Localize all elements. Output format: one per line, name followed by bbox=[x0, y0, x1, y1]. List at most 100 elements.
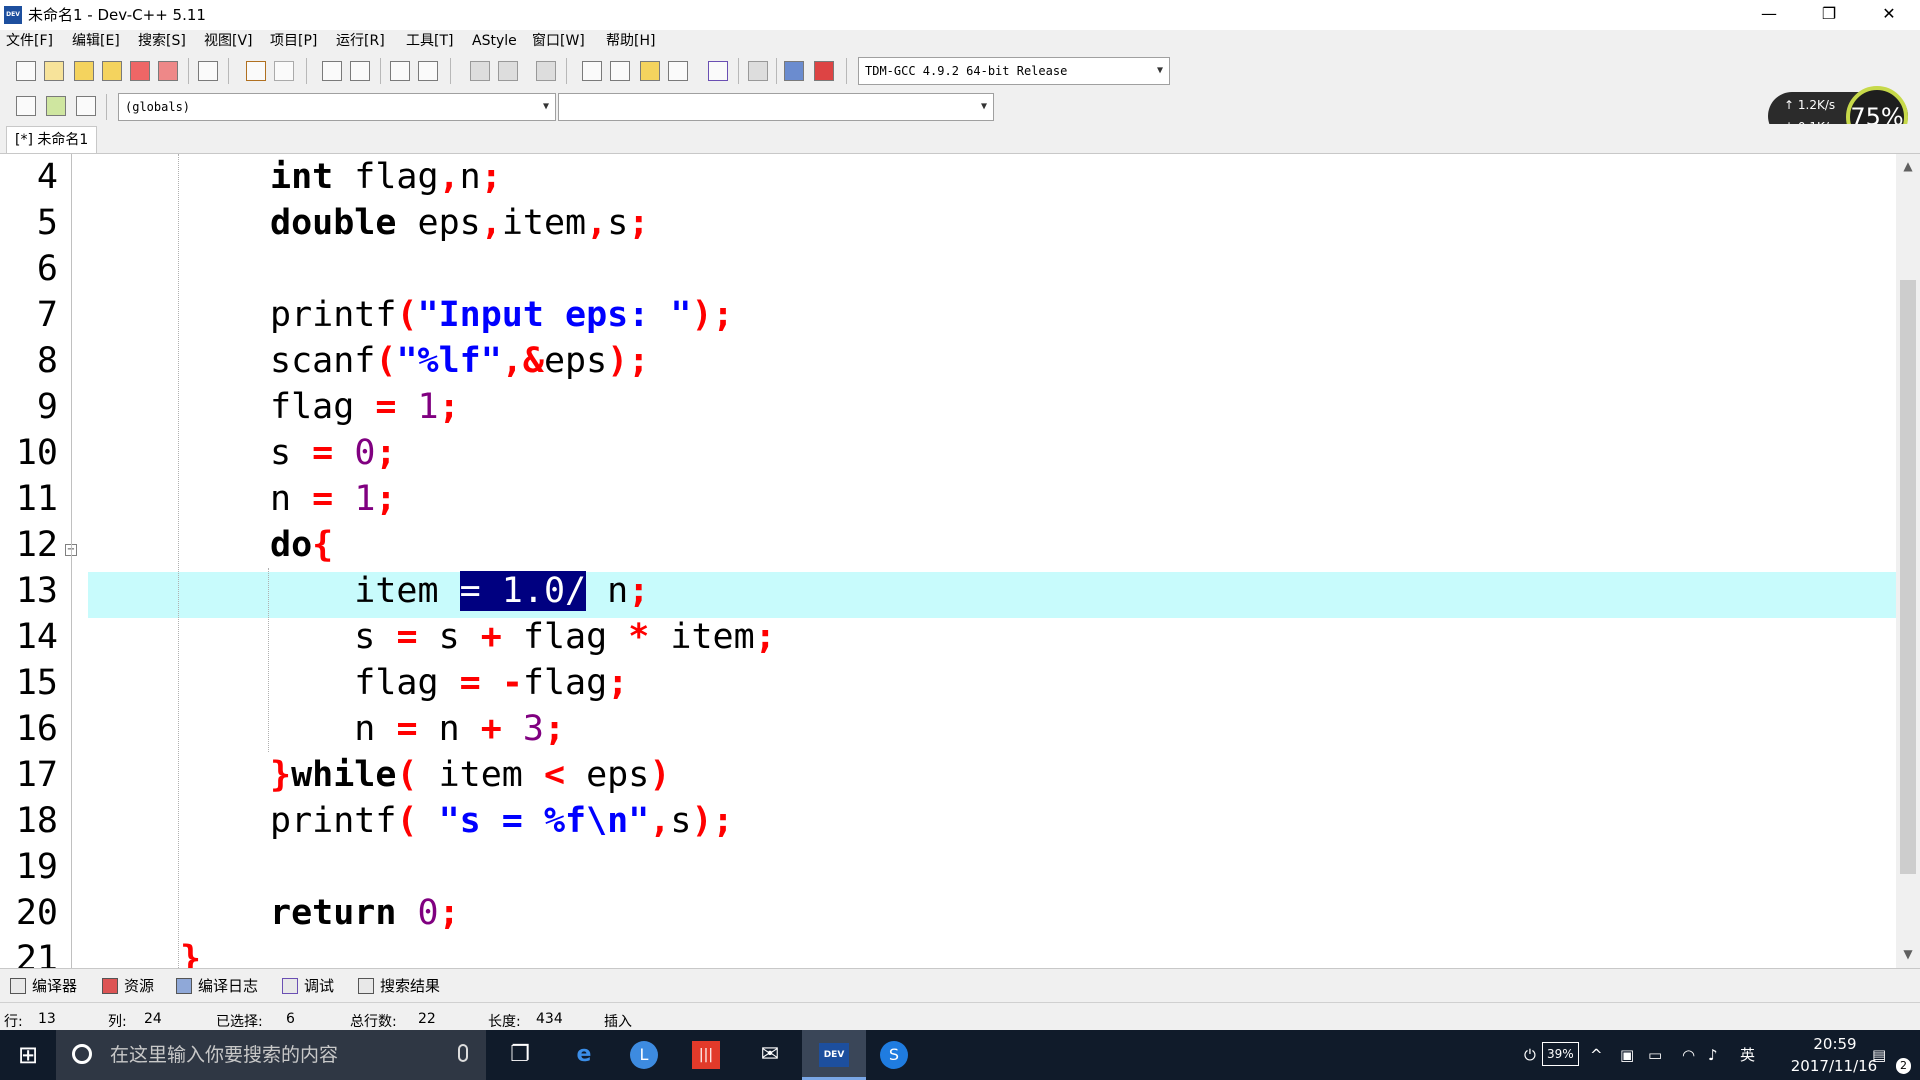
goto-definition-icon[interactable] bbox=[46, 96, 66, 116]
scroll-up-icon[interactable]: ▲ bbox=[1896, 156, 1920, 176]
check-icon bbox=[282, 978, 298, 994]
task-view-icon[interactable]: ❐ bbox=[490, 1030, 550, 1080]
code-line: return 0; bbox=[270, 893, 460, 933]
print-icon[interactable] bbox=[198, 61, 218, 81]
tab-search-results[interactable]: 搜索结果 bbox=[358, 975, 440, 997]
chevron-up-icon[interactable]: ^ bbox=[1590, 1030, 1603, 1080]
toolbar-separator bbox=[450, 58, 451, 84]
indent-icon[interactable] bbox=[470, 61, 490, 81]
code-line: flag = -flag; bbox=[270, 663, 629, 703]
notification-icon[interactable]: ▤ bbox=[1872, 1030, 1886, 1080]
save-icon[interactable] bbox=[74, 61, 94, 81]
mail-icon[interactable]: ✉ bbox=[740, 1030, 800, 1080]
network-tray-icon[interactable]: ▣ bbox=[1620, 1030, 1634, 1080]
wifi-icon[interactable]: ◠ bbox=[1682, 1030, 1695, 1080]
window-icon[interactable] bbox=[610, 61, 630, 81]
tab-untitled1[interactable]: [*] 未命名1 bbox=[6, 126, 98, 153]
check-syntax-icon[interactable] bbox=[708, 61, 728, 81]
battery-indicator[interactable]: 39% bbox=[1542, 1042, 1579, 1066]
power-icon[interactable]: ⏻ bbox=[1524, 1030, 1536, 1080]
line-number-gutter: 4 5 6 7 8 9 10 11 12 13 14 15 16 17 18 1… bbox=[0, 154, 72, 968]
devcpp-taskbar-icon[interactable]: DEV bbox=[802, 1030, 866, 1080]
bookmark-icon[interactable] bbox=[418, 61, 438, 81]
toolbar-separator bbox=[188, 58, 189, 84]
menu-help[interactable]: 帮助[H] bbox=[606, 30, 655, 52]
grid-icon bbox=[10, 978, 26, 994]
open-file-icon[interactable] bbox=[44, 61, 64, 81]
volume-icon[interactable]: ♪ bbox=[1708, 1030, 1718, 1080]
profile-icon[interactable] bbox=[784, 61, 804, 81]
scroll-down-icon[interactable]: ▼ bbox=[1896, 944, 1920, 964]
insert-code-icon[interactable] bbox=[16, 96, 36, 116]
code-line: item = 1.0/ n; bbox=[270, 571, 650, 611]
menu-search[interactable]: 搜索[S] bbox=[138, 30, 186, 52]
debug-icon[interactable] bbox=[814, 61, 834, 81]
goto-line-icon[interactable] bbox=[390, 61, 410, 81]
devcpp-badge: DEV bbox=[819, 1043, 849, 1067]
line-number: 8 bbox=[36, 341, 58, 381]
close-button[interactable]: ✕ bbox=[1866, 0, 1912, 30]
device-tray-icon[interactable]: ▭ bbox=[1648, 1030, 1662, 1080]
microphone-icon[interactable] bbox=[458, 1044, 468, 1062]
unindent-icon[interactable] bbox=[498, 61, 518, 81]
sogou-badge: S bbox=[880, 1041, 908, 1069]
member-select[interactable]: ▼ bbox=[558, 93, 994, 121]
app-red-icon[interactable]: ||| bbox=[676, 1030, 736, 1080]
menu-view[interactable]: 视图[V] bbox=[204, 30, 253, 52]
close-all-icon[interactable] bbox=[158, 61, 178, 81]
app-l-icon[interactable]: L bbox=[614, 1030, 674, 1080]
tab-label: 编译日志 bbox=[198, 977, 259, 995]
menu-astyle[interactable]: AStyle bbox=[472, 30, 517, 52]
code-editor[interactable]: 4 5 6 7 8 9 10 11 12 13 14 15 16 17 18 1… bbox=[0, 154, 1896, 968]
line-number: 13 bbox=[15, 571, 58, 611]
gutter-divider bbox=[71, 154, 72, 968]
tab-label: 编译器 bbox=[32, 977, 78, 995]
menu-window[interactable]: 窗口[W] bbox=[532, 30, 585, 52]
tab-resources[interactable]: 资源 bbox=[102, 975, 154, 997]
minimize-button[interactable]: — bbox=[1746, 0, 1792, 30]
windows-start-icon[interactable]: ⊞ bbox=[0, 1030, 56, 1080]
taskbar-search-box[interactable]: 在这里输入你要搜索的内容 bbox=[56, 1030, 486, 1080]
tab-compile-log[interactable]: 编译日志 bbox=[176, 975, 258, 997]
line-number: 12 bbox=[15, 525, 58, 565]
menu-file[interactable]: 文件[F] bbox=[6, 30, 53, 52]
status-sel-value: 6 bbox=[286, 1011, 295, 1027]
code-line: }while( item < eps) bbox=[270, 755, 671, 795]
code-line: flag = 1; bbox=[270, 387, 460, 427]
restore-button[interactable]: ❐ bbox=[1806, 0, 1852, 30]
grid-view-icon[interactable] bbox=[668, 61, 688, 81]
menu-project[interactable]: 项目[P] bbox=[270, 30, 317, 52]
class-browser-icon[interactable] bbox=[640, 61, 660, 81]
menu-tools[interactable]: 工具[T] bbox=[406, 30, 453, 52]
replace-icon[interactable] bbox=[350, 61, 370, 81]
line-number: 10 bbox=[15, 433, 58, 473]
find-icon[interactable] bbox=[322, 61, 342, 81]
line-number: 5 bbox=[36, 203, 58, 243]
line-number: 16 bbox=[15, 709, 58, 749]
code-line: s = 0; bbox=[270, 433, 397, 473]
sogou-icon[interactable]: S bbox=[864, 1030, 924, 1080]
ime-indicator[interactable]: 英 bbox=[1740, 1030, 1755, 1080]
redo-icon[interactable] bbox=[274, 61, 294, 81]
edge-browser-icon[interactable]: e bbox=[554, 1030, 614, 1080]
toggle-bookmark-icon[interactable] bbox=[76, 96, 96, 116]
menu-run[interactable]: 运行[R] bbox=[336, 30, 385, 52]
new-project-icon[interactable] bbox=[582, 61, 602, 81]
scrollbar-thumb[interactable] bbox=[1900, 280, 1916, 874]
menu-edit[interactable]: 编辑[E] bbox=[72, 30, 120, 52]
scope-select[interactable]: (globals) ▼ bbox=[118, 93, 556, 121]
tab-compiler[interactable]: 编译器 bbox=[10, 975, 77, 997]
chevron-down-icon: ▼ bbox=[1156, 65, 1163, 76]
new-file-icon[interactable] bbox=[16, 61, 36, 81]
compiler-select[interactable]: TDM-GCC 4.9.2 64-bit Release ▼ bbox=[858, 57, 1170, 85]
status-col-value: 24 bbox=[144, 1011, 162, 1027]
tab-debug[interactable]: 调试 bbox=[282, 975, 334, 997]
close-file-icon[interactable] bbox=[130, 61, 150, 81]
undo-icon[interactable] bbox=[246, 61, 266, 81]
code-line: n = 1; bbox=[270, 479, 397, 519]
save-all-icon[interactable] bbox=[102, 61, 122, 81]
vertical-scrollbar[interactable]: ▲ ▼ bbox=[1896, 154, 1920, 968]
toggle-comment-icon[interactable] bbox=[536, 61, 556, 81]
stop-execution-icon[interactable] bbox=[748, 61, 768, 81]
line-number: 17 bbox=[15, 755, 58, 795]
